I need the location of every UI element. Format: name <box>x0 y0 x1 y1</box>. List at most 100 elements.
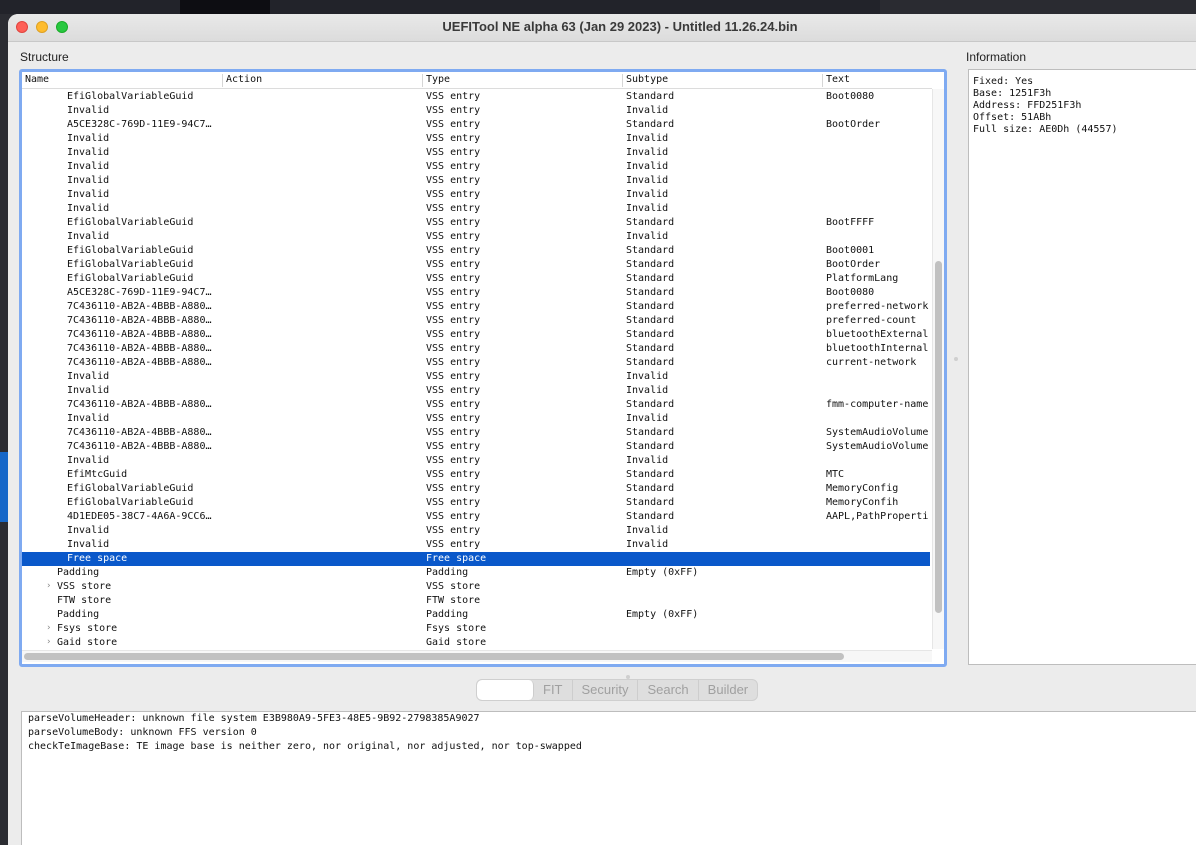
row-subtype: Invalid <box>626 203 669 214</box>
tree-row[interactable]: 7C436110-AB2A-4BBB-A880… VSS entry Standar… <box>22 342 930 356</box>
column-separator[interactable] <box>622 74 623 87</box>
horizontal-scrollbar-thumb[interactable] <box>24 653 844 660</box>
tree-row[interactable]: A5CE328C-769D-11E9-94C7… VSS entry Standar… <box>22 118 930 132</box>
tree-row[interactable]: EfiGlobalVariableGuid VSS entry Standard Bo… <box>22 244 930 258</box>
row-subtype: Standard <box>626 273 675 284</box>
title-bar[interactable]: UEFITool NE alpha 63 (Jan 29 2023) - Unt… <box>8 14 1196 42</box>
tree-row[interactable]: Invalid VSS entry Invalid <box>22 384 930 398</box>
column-header-name[interactable]: Name <box>25 74 49 85</box>
column-separator[interactable] <box>222 74 223 87</box>
tree-row[interactable]: › Gaid store Gaid store <box>22 636 930 650</box>
tree-row[interactable]: Invalid VSS entry Invalid <box>22 188 930 202</box>
row-type: FTW store <box>426 595 481 606</box>
info-line: Full size: AE0Dh (44557) <box>973 124 1118 135</box>
row-type: VSS entry <box>426 483 481 494</box>
column-separator[interactable] <box>822 74 823 87</box>
row-name: 7C436110-AB2A-4BBB-A880… <box>67 343 212 354</box>
tree-row[interactable]: 7C436110-AB2A-4BBB-A880… VSS entry Standar… <box>22 398 930 412</box>
row-name: Free space <box>67 553 128 564</box>
row-text: AAPL,PathProperti <box>826 511 929 522</box>
row-name: 7C436110-AB2A-4BBB-A880… <box>67 301 212 312</box>
tree-row[interactable]: Invalid VSS entry Invalid <box>22 202 930 216</box>
tree-row[interactable]: Invalid VSS entry Invalid <box>22 454 930 468</box>
row-name: Invalid <box>67 539 110 550</box>
tab-fit[interactable]: FIT <box>534 680 573 700</box>
row-text: BootOrder <box>826 119 881 130</box>
structure-tree[interactable]: Name Action Type Subtype Text EfiGlobalV… <box>22 72 944 664</box>
tab-security[interactable]: Security <box>573 680 639 700</box>
vertical-scrollbar-thumb[interactable] <box>935 261 942 613</box>
tree-row[interactable]: Invalid VSS entry Invalid <box>22 132 930 146</box>
row-name: Invalid <box>67 161 110 172</box>
tree-row[interactable]: Invalid VSS entry Invalid <box>22 230 930 244</box>
main-window: UEFITool NE alpha 63 (Jan 29 2023) - Unt… <box>8 14 1196 845</box>
column-header-text[interactable]: Text <box>826 74 850 85</box>
tree-row[interactable]: EfiGlobalVariableGuid VSS entry Standard Bo… <box>22 216 930 230</box>
tree-row[interactable]: 7C436110-AB2A-4BBB-A880… VSS entry Standar… <box>22 440 930 454</box>
tree-row[interactable]: Invalid VSS entry Invalid <box>22 174 930 188</box>
row-subtype: Standard <box>626 301 675 312</box>
row-type: VSS entry <box>426 455 481 466</box>
row-type: VSS entry <box>426 511 481 522</box>
messages-panel[interactable]: parseVolumeHeader: unknown file system E… <box>21 711 1196 845</box>
tree-row[interactable]: 7C436110-AB2A-4BBB-A880… VSS entry Standar… <box>22 300 930 314</box>
tree-row[interactable]: EfiMtcGuid VSS entry Standard MTC <box>22 468 930 482</box>
row-type: VSS entry <box>426 245 481 256</box>
tree-row[interactable]: Free space Free space <box>22 552 930 566</box>
info-line: Offset: 51ABh <box>973 112 1052 123</box>
column-separator[interactable] <box>422 74 423 87</box>
row-subtype: Invalid <box>626 539 669 550</box>
tree-row[interactable]: Invalid VSS entry Invalid <box>22 370 930 384</box>
row-name: EfiGlobalVariableGuid <box>67 217 194 228</box>
tree-row[interactable]: › Fsys store Fsys store <box>22 622 930 636</box>
tab-builder[interactable]: Builder <box>699 680 757 700</box>
expand-chevron-icon[interactable]: › <box>46 637 51 647</box>
expand-chevron-icon[interactable]: › <box>46 623 51 633</box>
tree-row[interactable]: 7C436110-AB2A-4BBB-A880… VSS entry Standar… <box>22 426 930 440</box>
row-name: EfiGlobalVariableGuid <box>67 483 194 494</box>
tree-row[interactable]: 7C436110-AB2A-4BBB-A880… VSS entry Standar… <box>22 314 930 328</box>
tree-row[interactable]: Invalid VSS entry Invalid <box>22 160 930 174</box>
row-type: VSS entry <box>426 539 481 550</box>
tree-row[interactable]: EfiGlobalVariableGuid VSS entry Standard Me… <box>22 482 930 496</box>
row-text: Boot0001 <box>826 245 875 256</box>
column-header-subtype[interactable]: Subtype <box>626 74 668 85</box>
tree-row[interactable]: FTW store FTW store <box>22 594 930 608</box>
row-text: BootOrder <box>826 259 881 270</box>
expand-chevron-icon[interactable]: › <box>46 581 51 591</box>
row-text: bluetoothInternal <box>826 343 929 354</box>
tree-row[interactable]: › VSS store VSS store <box>22 580 930 594</box>
tree-row[interactable]: Invalid VSS entry Invalid <box>22 104 930 118</box>
vertical-scrollbar[interactable] <box>932 89 944 649</box>
row-subtype: Invalid <box>626 161 669 172</box>
tree-row[interactable]: EfiGlobalVariableGuid VSS entry Standard Me… <box>22 496 930 510</box>
row-subtype: Empty (0xFF) <box>626 567 699 578</box>
horizontal-scrollbar[interactable] <box>22 650 932 662</box>
tree-row[interactable]: 7C436110-AB2A-4BBB-A880… VSS entry Standar… <box>22 328 930 342</box>
tree-row[interactable]: Invalid VSS entry Invalid <box>22 412 930 426</box>
row-type: VSS entry <box>426 315 481 326</box>
vertical-splitter-handle[interactable] <box>954 357 958 361</box>
tree-row[interactable]: EfiGlobalVariableGuid VSS entry Standard Bo… <box>22 90 930 104</box>
tab-search[interactable]: Search <box>638 680 699 700</box>
tab-messages[interactable] <box>477 680 534 700</box>
tree-row[interactable]: Padding Padding Empty (0xFF) <box>22 608 930 622</box>
tree-row[interactable]: Invalid VSS entry Invalid <box>22 524 930 538</box>
info-line: Base: 1251F3h <box>973 88 1052 99</box>
tree-row[interactable]: Padding Padding Empty (0xFF) <box>22 566 930 580</box>
column-header-type[interactable]: Type <box>426 74 450 85</box>
tree-row[interactable]: 7C436110-AB2A-4BBB-A880… VSS entry Standar… <box>22 356 930 370</box>
tree-row[interactable]: A5CE328C-769D-11E9-94C7… VSS entry Standar… <box>22 286 930 300</box>
tree-row[interactable]: EfiGlobalVariableGuid VSS entry Standard Pl… <box>22 272 930 286</box>
tree-row[interactable]: EfiGlobalVariableGuid VSS entry Standard Bo… <box>22 258 930 272</box>
row-name: 7C436110-AB2A-4BBB-A880… <box>67 399 212 410</box>
message-line: parseVolumeHeader: unknown file system E… <box>28 713 480 724</box>
tree-row[interactable]: Invalid VSS entry Invalid <box>22 538 930 552</box>
structure-tree-panel[interactable]: Name Action Type Subtype Text EfiGlobalV… <box>19 69 947 667</box>
row-subtype: Standard <box>626 497 675 508</box>
column-header-action[interactable]: Action <box>226 74 262 85</box>
tree-row[interactable]: 4D1EDE05-38C7-4A6A-9CC6… VSS entry Standar… <box>22 510 930 524</box>
tree-row[interactable]: Invalid VSS entry Invalid <box>22 146 930 160</box>
row-name: Invalid <box>67 203 110 214</box>
row-name: Invalid <box>67 525 110 536</box>
